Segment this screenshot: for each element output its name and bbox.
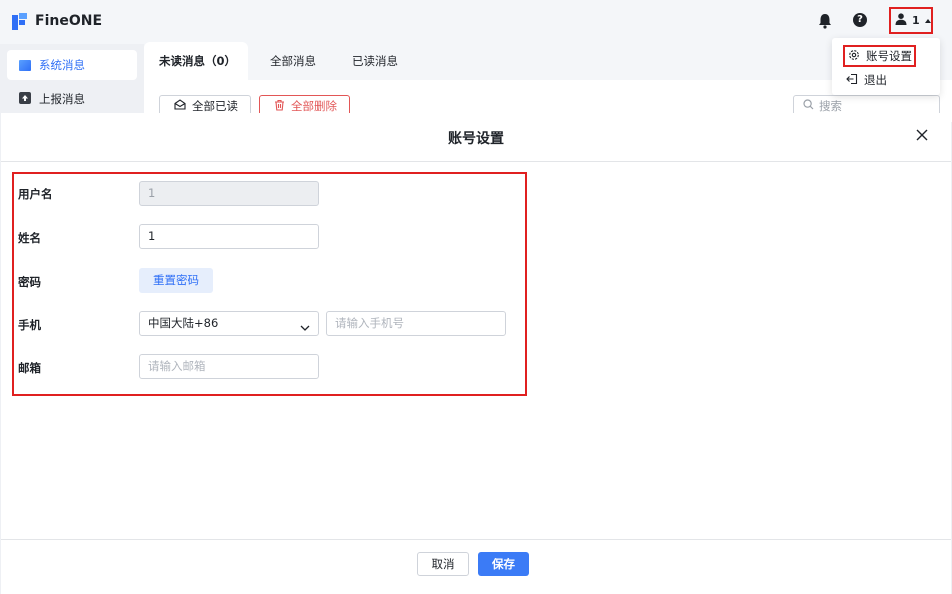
username-field: 1 bbox=[139, 181, 319, 206]
user-name: 1 bbox=[912, 14, 920, 27]
menu-item-account-settings[interactable]: 账号设置 bbox=[843, 45, 916, 67]
app-name: FineONE bbox=[35, 13, 103, 29]
email-label: 邮箱 bbox=[18, 361, 41, 375]
menu-item-logout[interactable]: 退出 bbox=[846, 72, 887, 88]
dialog-header: 账号设置 bbox=[1, 113, 951, 162]
tab-unread[interactable]: 未读消息（0） bbox=[144, 42, 248, 80]
sidebar-item-report-messages[interactable]: 上报消息 bbox=[7, 84, 137, 114]
user-icon bbox=[895, 13, 907, 28]
trash-icon bbox=[274, 99, 285, 114]
name-field[interactable]: 1 bbox=[139, 224, 319, 249]
bell-icon[interactable] bbox=[817, 12, 833, 30]
envelope-open-icon bbox=[174, 99, 186, 113]
upload-icon bbox=[19, 91, 31, 107]
name-label: 姓名 bbox=[18, 231, 41, 245]
logo-icon bbox=[12, 13, 27, 30]
close-icon[interactable] bbox=[915, 128, 929, 142]
phone-label: 手机 bbox=[18, 318, 41, 332]
top-bar: FineONE ? 1 bbox=[0, 0, 952, 44]
user-menu-button[interactable]: 1 bbox=[889, 7, 933, 34]
tab-read[interactable]: 已读消息 bbox=[352, 42, 398, 80]
reset-password-button[interactable]: 重置密码 bbox=[139, 268, 213, 293]
tab-all[interactable]: 全部消息 bbox=[270, 42, 316, 80]
search-icon bbox=[803, 99, 814, 113]
country-code-value: 中国大陆+86 bbox=[148, 316, 219, 330]
chevron-down-icon bbox=[300, 318, 310, 331]
sidebar-item-label: 上报消息 bbox=[39, 92, 85, 106]
password-label: 密码 bbox=[18, 275, 41, 289]
account-settings-dialog: 账号设置 用户名 1 姓名 1 密码 重置密码 手机 中国大陆+86 请输入手机… bbox=[1, 113, 951, 594]
logout-icon bbox=[846, 73, 858, 88]
save-button[interactable]: 保存 bbox=[478, 552, 529, 576]
email-input[interactable]: 请输入邮箱 bbox=[139, 354, 319, 379]
sidebar-item-system-messages[interactable]: 系统消息 bbox=[7, 50, 137, 80]
sidebar: 系统消息 上报消息 bbox=[0, 44, 140, 114]
sidebar-item-label: 系统消息 bbox=[39, 58, 85, 72]
gear-icon bbox=[848, 49, 860, 64]
phone-input[interactable]: 请输入手机号 bbox=[326, 311, 506, 336]
country-code-select[interactable]: 中国大陆+86 bbox=[139, 311, 319, 336]
tab-strip: 未读消息（0） 全部消息 已读消息 bbox=[144, 42, 952, 80]
user-dropdown-menu: 账号设置 退出 bbox=[832, 38, 940, 95]
username-label: 用户名 bbox=[18, 187, 53, 201]
caret-up-icon bbox=[924, 18, 931, 23]
help-icon[interactable]: ? bbox=[853, 13, 867, 27]
cancel-button[interactable]: 取消 bbox=[417, 552, 469, 576]
dialog-footer: 取消 保存 bbox=[1, 539, 951, 594]
message-icon bbox=[19, 59, 31, 71]
dialog-title: 账号设置 bbox=[448, 131, 504, 147]
